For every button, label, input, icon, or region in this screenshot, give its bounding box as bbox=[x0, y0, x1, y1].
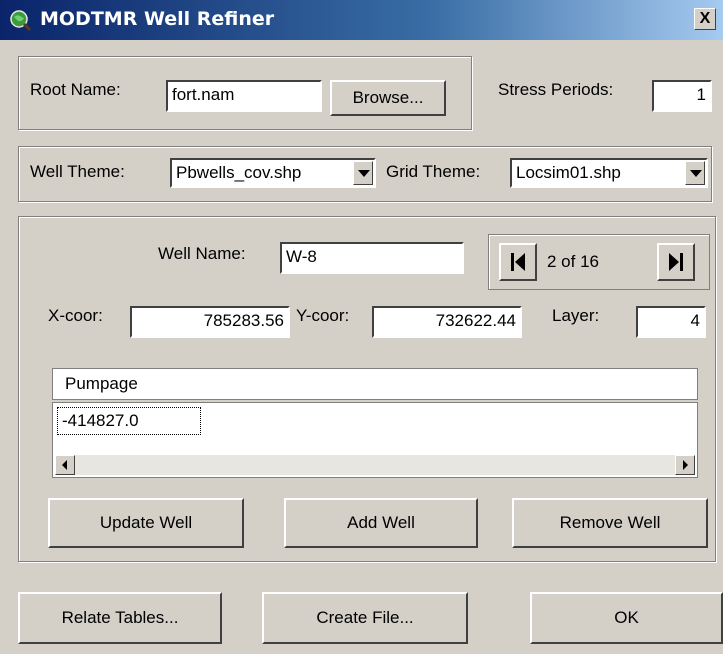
close-button[interactable]: X bbox=[694, 8, 716, 30]
create-file-button[interactable]: Create File... bbox=[262, 592, 468, 644]
arrow-right-icon bbox=[683, 460, 688, 470]
y-coor-input[interactable]: 732622.44 bbox=[372, 306, 522, 338]
window-title: MODTMR Well Refiner bbox=[40, 8, 275, 30]
layer-label: Layer: bbox=[552, 306, 600, 325]
add-well-button[interactable]: Add Well bbox=[284, 498, 478, 548]
ok-button[interactable]: OK bbox=[530, 592, 723, 644]
relate-tables-button[interactable]: Relate Tables... bbox=[18, 592, 222, 644]
well-position-label: 2 of 16 bbox=[547, 252, 599, 271]
well-theme-select[interactable]: Pbwells_cov.shp bbox=[170, 158, 376, 188]
horizontal-scrollbar[interactable] bbox=[55, 455, 695, 475]
globe-magnifier-icon bbox=[10, 10, 32, 32]
y-coor-label: Y-coor: bbox=[296, 306, 350, 325]
title-bar: MODTMR Well Refiner X bbox=[0, 0, 723, 40]
well-theme-label: Well Theme: bbox=[30, 162, 125, 181]
stress-periods-label: Stress Periods: bbox=[498, 80, 614, 99]
root-name-input[interactable]: fort.nam bbox=[166, 80, 322, 112]
well-navigator: 2 of 16 bbox=[488, 234, 710, 290]
x-coor-input[interactable]: 785283.56 bbox=[130, 306, 290, 338]
scroll-left-button[interactable] bbox=[55, 455, 75, 475]
next-well-button[interactable] bbox=[657, 243, 695, 281]
pumpage-grid: -414827.0 bbox=[52, 402, 698, 478]
well-name-input[interactable]: W-8 bbox=[280, 242, 464, 274]
well-theme-value: Pbwells_cov.shp bbox=[176, 163, 302, 182]
update-well-button[interactable]: Update Well bbox=[48, 498, 244, 548]
dialog-window: MODTMR Well Refiner X Root Name: fort.na… bbox=[0, 0, 723, 654]
layer-input[interactable]: 4 bbox=[636, 306, 706, 338]
pumpage-cell[interactable]: -414827.0 bbox=[57, 407, 201, 435]
remove-well-button[interactable]: Remove Well bbox=[512, 498, 708, 548]
well-name-label: Well Name: bbox=[158, 244, 246, 263]
scroll-right-button[interactable] bbox=[675, 455, 695, 475]
grid-theme-select[interactable]: Locsim01.shp bbox=[510, 158, 708, 188]
root-name-label: Root Name: bbox=[30, 80, 121, 99]
browse-button[interactable]: Browse... bbox=[330, 80, 446, 116]
last-arrow-icon bbox=[669, 253, 683, 271]
chevron-down-icon[interactable] bbox=[685, 161, 705, 185]
arrow-left-icon bbox=[62, 460, 67, 470]
pumpage-column-header[interactable]: Pumpage bbox=[52, 368, 698, 400]
grid-theme-label: Grid Theme: bbox=[386, 162, 481, 181]
first-arrow-icon bbox=[511, 253, 525, 271]
grid-theme-value: Locsim01.shp bbox=[516, 163, 621, 182]
x-coor-label: X-coor: bbox=[48, 306, 103, 325]
chevron-down-icon[interactable] bbox=[353, 161, 373, 185]
previous-well-button[interactable] bbox=[499, 243, 537, 281]
stress-periods-input[interactable]: 1 bbox=[652, 80, 712, 112]
